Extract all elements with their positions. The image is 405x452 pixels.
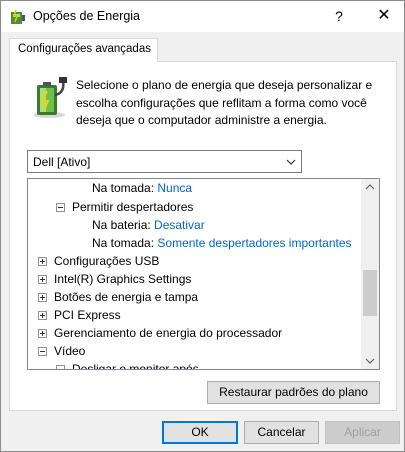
settings-tree[interactable]: Na tomada: Nunca Permitir despertadores … bbox=[27, 178, 380, 370]
tab-advanced-settings[interactable]: Configurações avançadas bbox=[9, 38, 158, 62]
tree-node-label: Botões de energia e tampa bbox=[54, 290, 199, 304]
tree-row-ac-wake-never[interactable]: Na tomada: Nunca bbox=[92, 179, 192, 197]
setting-label: Na tomada: bbox=[92, 236, 155, 250]
expand-icon[interactable] bbox=[38, 311, 47, 320]
expand-icon[interactable] bbox=[38, 329, 47, 338]
scrollbar-thumb[interactable] bbox=[363, 270, 377, 316]
tree-node-label: Desligar o monitor após bbox=[72, 362, 199, 369]
plan-select-value: Dell [Ativo] bbox=[33, 155, 91, 169]
power-options-window: Opções de Energia ? ✕ Configurações avan… bbox=[0, 0, 405, 452]
tree-node-label: Intel(R) Graphics Settings bbox=[54, 272, 192, 286]
collapse-icon[interactable] bbox=[38, 347, 47, 356]
tree-node-label: Vídeo bbox=[54, 344, 86, 358]
tree-node-label: Gerenciamento de energia do processador bbox=[54, 326, 283, 340]
expand-icon[interactable] bbox=[38, 257, 47, 266]
tab-label: Configurações avançadas bbox=[18, 43, 151, 55]
expand-icon[interactable] bbox=[38, 293, 47, 302]
title-bar[interactable]: Opções de Energia ? ✕ bbox=[1, 1, 404, 32]
close-button[interactable]: ✕ bbox=[364, 2, 404, 30]
scroll-down-arrow-icon[interactable] bbox=[361, 352, 379, 369]
tree-node-label: Configurações USB bbox=[54, 254, 160, 268]
setting-value-link[interactable]: Desativar bbox=[154, 218, 205, 232]
tree-node-label: Permitir despertadores bbox=[72, 200, 194, 214]
setting-value-link[interactable]: Somente despertadores importantes bbox=[157, 236, 351, 250]
apply-button[interactable]: Aplicar bbox=[325, 421, 400, 444]
tree-node-label: PCI Express bbox=[54, 308, 121, 322]
expand-icon[interactable] bbox=[38, 275, 47, 284]
setting-label: Na bateria: bbox=[92, 218, 151, 232]
description-text: Selecione o plano de energia que deseja … bbox=[76, 78, 373, 127]
ok-button[interactable]: OK bbox=[162, 421, 238, 444]
cancel-button[interactable]: Cancelar bbox=[244, 421, 319, 444]
tree-row-battery-wake[interactable]: Na bateria: Desativar bbox=[92, 216, 205, 234]
collapse-icon[interactable] bbox=[56, 203, 65, 212]
scroll-up-arrow-icon[interactable] bbox=[361, 179, 379, 196]
chevron-down-icon bbox=[286, 159, 296, 165]
restore-defaults-button[interactable]: Restaurar padrões do plano bbox=[207, 381, 380, 404]
plan-select[interactable]: Dell [Ativo] bbox=[27, 150, 302, 173]
setting-label: Na tomada: bbox=[92, 181, 155, 195]
setting-value-link[interactable]: Nunca bbox=[157, 181, 192, 195]
window-title: Opções de Energia bbox=[33, 9, 141, 23]
battery-power-icon bbox=[33, 77, 67, 118]
help-button[interactable]: ? bbox=[322, 2, 356, 30]
settings-tree-content: Na tomada: Nunca Permitir despertadores … bbox=[28, 179, 361, 369]
collapse-icon[interactable] bbox=[56, 365, 65, 369]
vertical-scrollbar[interactable] bbox=[361, 179, 379, 369]
tree-row-ac-wake-important[interactable]: Na tomada: Somente despertadores importa… bbox=[92, 234, 352, 252]
power-options-icon bbox=[11, 9, 25, 24]
